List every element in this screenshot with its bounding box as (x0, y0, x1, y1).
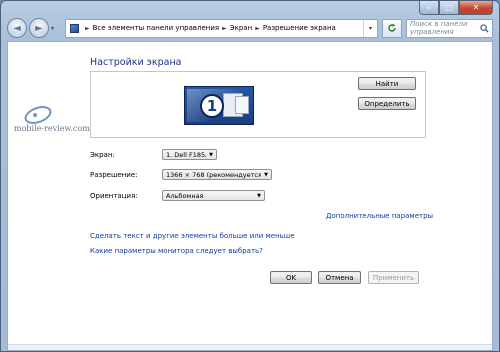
refresh-icon (388, 23, 396, 32)
forward-arrow-icon: ► (35, 22, 43, 34)
display-label: Экран: (90, 151, 115, 159)
recent-pages-dropdown[interactable]: ▾ (51, 25, 61, 32)
search-input[interactable]: Поиск в панели управления (410, 20, 480, 36)
window: – □ ✕ ◄ ► ▾ ► Все элементы панели управл… (0, 0, 500, 352)
identify-button[interactable]: Определить (358, 97, 416, 110)
caption-buttons: – □ ✕ (419, 1, 493, 15)
apply-button: Применить (368, 271, 419, 284)
search-box[interactable]: Поиск в панели управления (406, 18, 493, 38)
chevron-down-icon: ▼ (257, 192, 261, 199)
minimize-button[interactable]: – (419, 1, 439, 15)
breadcrumb-all-items[interactable]: Все элементы панели управления (93, 24, 220, 32)
breadcrumb-resolution[interactable]: Разрешение экрана (263, 24, 336, 32)
page-title: Настройки экрана (90, 57, 182, 68)
orientation-select-value: Альбомная (166, 191, 204, 200)
window-thumbnail (235, 96, 249, 114)
maximize-button[interactable]: □ (439, 1, 459, 15)
resolution-select-value: 1366 × 768 (рекомендуется) (166, 170, 261, 179)
content-panel: Настройки экрана 1 Найти Определить Экра… (7, 41, 493, 351)
orientation-label: Ориентация: (90, 192, 138, 200)
mobile-review-logo (24, 106, 52, 124)
refresh-button[interactable] (382, 18, 402, 38)
breadcrumb-separator[interactable]: ► (85, 25, 90, 32)
control-panel-icon (70, 23, 79, 33)
horizontal-scrollbar[interactable] (8, 344, 492, 350)
back-arrow-icon: ◄ (13, 22, 21, 34)
orientation-select[interactable]: Альбомная ▼ (162, 190, 265, 201)
forward-button[interactable]: ► (29, 18, 49, 38)
detect-button[interactable]: Найти (358, 77, 416, 90)
cancel-button[interactable]: Отмена (318, 271, 361, 284)
chevron-down-icon: ▼ (209, 151, 213, 158)
close-button[interactable]: ✕ (459, 1, 493, 15)
monitor-number-badge: 1 (200, 93, 224, 118)
resolution-label: Разрешение: (90, 171, 138, 179)
breadcrumb-separator[interactable]: ► (255, 25, 260, 32)
text-size-link[interactable]: Сделать текст и другие элементы больше и… (90, 232, 295, 240)
navigation-bar: ◄ ► ▾ ► Все элементы панели управления ►… (7, 17, 493, 39)
back-button[interactable]: ◄ (7, 18, 27, 38)
display-select[interactable]: 1. Dell F185A ▼ (162, 149, 217, 160)
advanced-settings-link[interactable]: Дополнительные параметры (326, 212, 433, 220)
breadcrumb-display[interactable]: Экран (230, 24, 252, 32)
monitor-help-link[interactable]: Какие параметры монитора следует выбрать… (90, 247, 263, 255)
monitor-1-thumbnail[interactable]: 1 (184, 86, 254, 125)
resolution-select[interactable]: 1366 × 768 (рекомендуется) ▼ (162, 169, 272, 180)
ok-button[interactable]: OK (270, 271, 312, 284)
watermark-text: mobile-review.com (14, 124, 90, 133)
display-select-value: 1. Dell F185A (166, 150, 206, 159)
search-icon[interactable] (480, 23, 489, 33)
breadcrumb-separator[interactable]: ► (222, 25, 227, 32)
address-bar[interactable]: ► Все элементы панели управления ► Экран… (65, 18, 378, 38)
address-history-dropdown[interactable]: ▾ (363, 19, 377, 37)
chevron-down-icon: ▼ (264, 171, 268, 178)
